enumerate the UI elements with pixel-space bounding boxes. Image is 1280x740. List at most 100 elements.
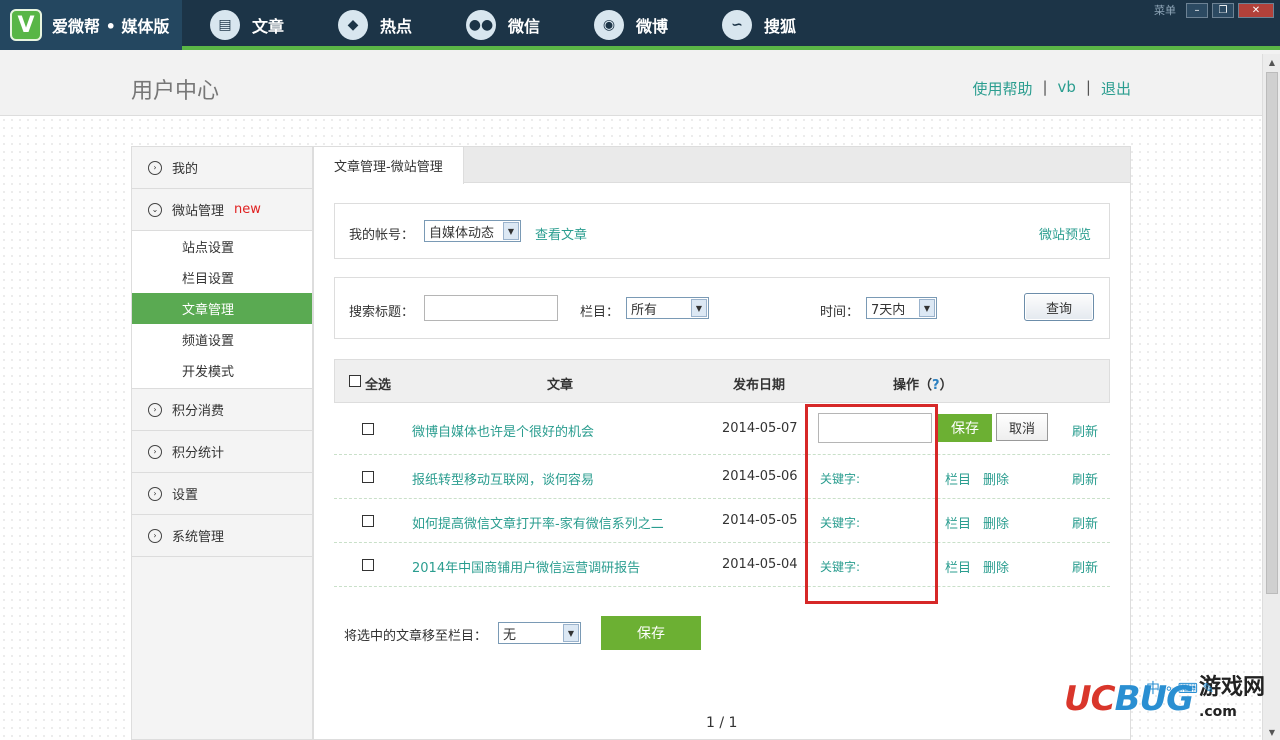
publish-date: 2014-05-07 — [722, 421, 798, 436]
tab-article-mgmt[interactable]: 文章管理-微站管理 — [314, 147, 464, 184]
keyword-input[interactable] — [818, 413, 932, 443]
sidebar-sub-article-mgmt[interactable]: 文章管理 — [132, 293, 312, 324]
move-column-select-value: 无 — [503, 627, 517, 643]
nav-label: 微博 — [636, 17, 669, 36]
column-select[interactable]: 所有 ▼ — [626, 297, 709, 319]
keyword-label[interactable]: 关键字: — [820, 470, 860, 487]
delete-link[interactable]: 删除 — [983, 557, 1009, 576]
brand[interactable]: V 爱微帮 • 媒体版 — [0, 0, 182, 50]
sidebar-item-label: 微站管理 — [172, 204, 225, 219]
search-box: 搜索标题： 栏目： 所有 ▼ 时间： 7天内 ▼ 查询 — [334, 277, 1110, 339]
sidebar-sub-column-settings[interactable]: 栏目设置 — [132, 262, 312, 293]
scroll-down-icon[interactable]: ▼ — [1263, 724, 1280, 740]
delete-link[interactable]: 删除 — [983, 513, 1009, 532]
nav-item-hot[interactable]: ◆ 热点 — [338, 0, 466, 50]
tab-bar: 文章管理-微站管理 — [314, 147, 1130, 184]
chevron-right-icon: › — [148, 160, 162, 175]
scroll-thumb[interactable] — [1266, 72, 1278, 594]
time-label: 时间： — [820, 305, 860, 320]
move-column-select[interactable]: 无 ▼ — [498, 622, 581, 644]
article-title-link[interactable]: 2014年中国商铺用户微信运营调研报告 — [412, 557, 640, 576]
brand-logo-icon: V — [10, 9, 42, 41]
page-title: 用户中心 — [131, 79, 220, 104]
document-icon: ▤ — [210, 10, 240, 40]
view-articles-link[interactable]: 查看文章 — [535, 224, 587, 243]
sidebar-item-points-spend[interactable]: › 积分消费 — [132, 389, 312, 431]
article-title-link[interactable]: 微博自媒体也许是个很好的机会 — [412, 421, 594, 440]
site-preview-link[interactable]: 微站预览 — [1039, 224, 1091, 243]
row-checkbox[interactable] — [362, 423, 374, 435]
nav-label: 微信 — [508, 17, 541, 36]
table-row: 微博自媒体也许是个很好的机会 2014-05-07 保存 取消 刷新 — [334, 403, 1110, 455]
delete-link[interactable]: 删除 — [983, 469, 1009, 488]
sidebar-item-points-stats[interactable]: › 积分统计 — [132, 431, 312, 473]
logout-link[interactable]: 退出 — [1101, 78, 1131, 99]
sidebar-item-system[interactable]: › 系统管理 — [132, 515, 312, 557]
sidebar-sub-dev-mode[interactable]: 开发模式 — [132, 355, 312, 386]
chevron-down-icon: ▼ — [919, 299, 935, 317]
chevron-right-icon: › — [148, 486, 162, 501]
maximize-icon[interactable]: ❐ — [1212, 2, 1234, 18]
column-link[interactable]: 栏目 — [945, 557, 971, 576]
article-title-link[interactable]: 报纸转型移动互联网，谈何容易 — [412, 469, 594, 488]
column-select-value: 所有 — [631, 302, 658, 318]
sidebar-sub-site-settings[interactable]: 站点设置 — [132, 231, 312, 262]
sidebar-item-mine[interactable]: › 我的 — [132, 147, 312, 189]
nav-item-article[interactable]: ▤ 文章 — [210, 0, 338, 50]
watermark-uc: UC — [1064, 679, 1116, 719]
time-select[interactable]: 7天内 ▼ — [866, 297, 937, 319]
wechat-icon: ●● — [466, 10, 496, 40]
col-ops-end: ） — [939, 378, 953, 393]
publish-date: 2014-05-05 — [722, 513, 798, 528]
help-icon[interactable]: ? — [932, 378, 940, 393]
account-select[interactable]: 自媒体动态 ▼ — [424, 220, 521, 242]
chevron-down-icon: ⌄ — [148, 202, 162, 217]
scroll-up-icon[interactable]: ▲ — [1263, 54, 1280, 70]
sidebar-item-site-mgmt[interactable]: ⌄ 微站管理 new — [132, 189, 312, 231]
select-all-label: 全选 — [365, 378, 392, 393]
refresh-link[interactable]: 刷新 — [1072, 421, 1098, 440]
row-checkbox[interactable] — [362, 515, 374, 527]
top-nav: ▤ 文章 ◆ 热点 ●● 微信 ◉ 微博 ∽ 搜狐 — [210, 0, 850, 50]
row-checkbox[interactable] — [362, 559, 374, 571]
search-title-input[interactable] — [424, 295, 558, 321]
query-button[interactable]: 查询 — [1024, 293, 1094, 321]
nav-item-sohu[interactable]: ∽ 搜狐 — [722, 0, 850, 50]
user-link[interactable]: vb — [1058, 78, 1076, 99]
row-checkbox[interactable] — [362, 471, 374, 483]
account-box: 我的帐号： 自媒体动态 ▼ 查看文章 微站预览 — [334, 203, 1110, 259]
menu-label[interactable]: 菜单 — [1154, 2, 1176, 18]
keyword-label[interactable]: 关键字: — [820, 558, 860, 575]
minimize-icon[interactable]: – — [1186, 2, 1208, 18]
table-header: 全选 文章 发布日期 操作（?） — [334, 359, 1110, 403]
sidebar-item-label: 积分统计 — [172, 446, 225, 461]
nav-item-wechat[interactable]: ●● 微信 — [466, 0, 594, 50]
user-center-header: 用户中心 使用帮助 | vb | 退出 — [0, 54, 1262, 116]
vertical-scrollbar[interactable]: ▲ ▼ — [1262, 54, 1280, 740]
brand-name: 爱微帮 • 媒体版 — [52, 17, 170, 36]
sidebar-item-label: 积分消费 — [172, 404, 225, 419]
sidebar-item-label: 我的 — [172, 162, 199, 177]
select-all-checkbox[interactable] — [349, 375, 361, 387]
help-link[interactable]: 使用帮助 — [972, 78, 1032, 99]
save-move-button[interactable]: 保存 — [601, 616, 701, 650]
close-icon[interactable]: ✕ — [1238, 2, 1274, 18]
save-keyword-button[interactable]: 保存 — [938, 414, 992, 442]
column-link[interactable]: 栏目 — [945, 513, 971, 532]
column-label: 栏目： — [580, 305, 620, 320]
keyword-label[interactable]: 关键字: — [820, 514, 860, 531]
cancel-keyword-button[interactable]: 取消 — [996, 413, 1048, 441]
article-title-link[interactable]: 如何提高微信文章打开率-家有微信系列之二 — [412, 513, 664, 532]
diamond-icon: ◆ — [338, 10, 368, 40]
publish-date: 2014-05-06 — [722, 469, 798, 484]
sidebar-item-label: 系统管理 — [172, 530, 225, 545]
refresh-link[interactable]: 刷新 — [1072, 557, 1098, 576]
table-row: 报纸转型移动互联网，谈何容易 2014-05-06 关键字: 栏目 删除 刷新 — [334, 455, 1110, 499]
sidebar-sub-channel-settings[interactable]: 频道设置 — [132, 324, 312, 355]
nav-item-weibo[interactable]: ◉ 微博 — [594, 0, 722, 50]
move-to-column-label: 将选中的文章移至栏目： — [344, 629, 488, 644]
column-link[interactable]: 栏目 — [945, 469, 971, 488]
refresh-link[interactable]: 刷新 — [1072, 513, 1098, 532]
refresh-link[interactable]: 刷新 — [1072, 469, 1098, 488]
sidebar-item-settings[interactable]: › 设置 — [132, 473, 312, 515]
